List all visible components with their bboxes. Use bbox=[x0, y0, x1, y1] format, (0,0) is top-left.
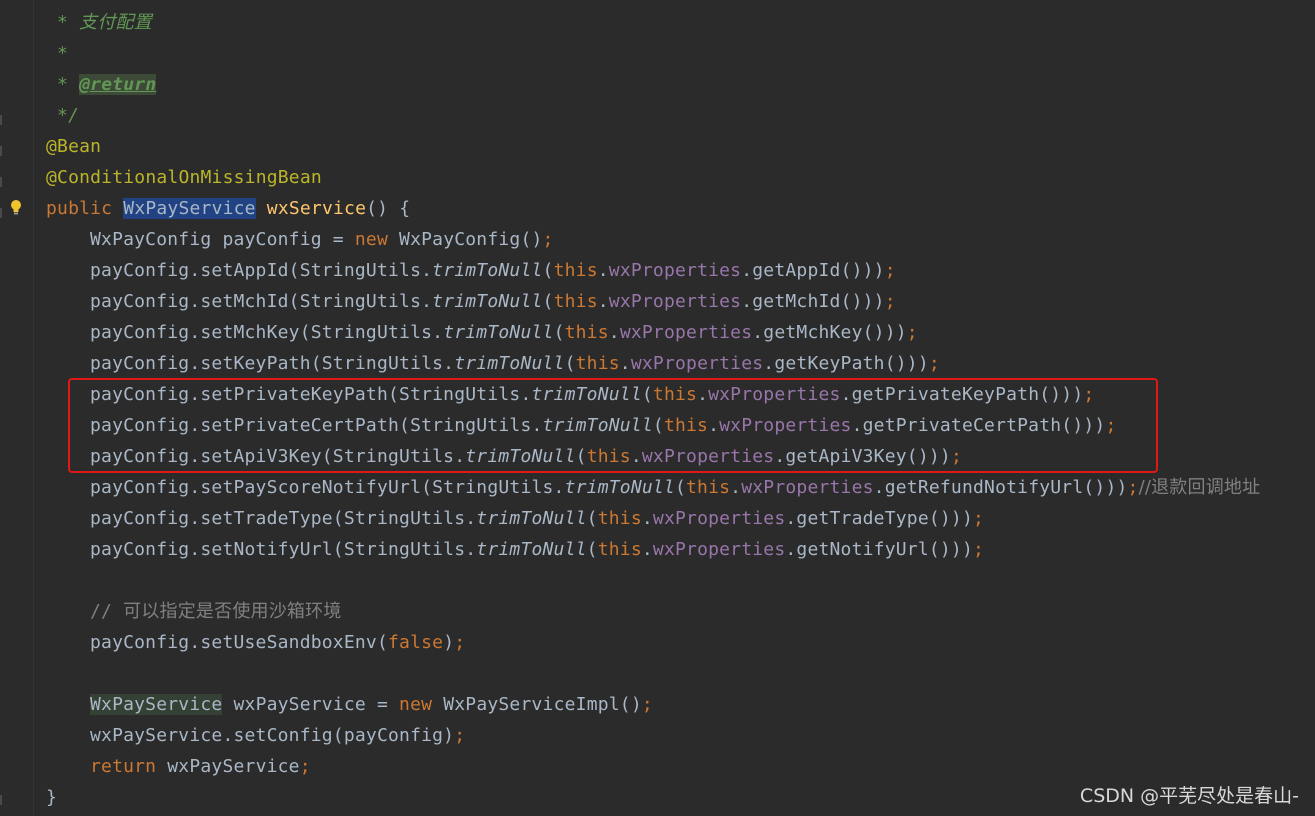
refund-comment: //退款回调地址 bbox=[1138, 477, 1261, 498]
fold-marker[interactable] bbox=[0, 208, 2, 218]
method-name: wxService bbox=[266, 198, 367, 219]
fold-marker[interactable] bbox=[0, 795, 2, 805]
code-line: WxPayService wxPayService = new WxPaySer… bbox=[90, 694, 653, 715]
highlight-box bbox=[68, 378, 1158, 473]
code-line: WxPayConfig payConfig = new WxPayConfig(… bbox=[90, 229, 554, 250]
fold-marker[interactable] bbox=[0, 115, 2, 125]
selected-type: WxPayService bbox=[123, 198, 256, 219]
code-line: return wxPayService; bbox=[90, 756, 311, 777]
code-line: payConfig.setMchId(StringUtils.trimToNul… bbox=[90, 291, 896, 312]
lightbulb-icon[interactable] bbox=[9, 199, 23, 217]
code-line: payConfig.setNotifyUrl(StringUtils.trimT… bbox=[90, 539, 985, 560]
code-line: payConfig.setKeyPath(StringUtils.trimToN… bbox=[90, 353, 940, 374]
code-line: * @return bbox=[57, 74, 157, 95]
code-line: wxPayService.setConfig(payConfig); bbox=[90, 725, 466, 746]
fold-marker[interactable] bbox=[0, 146, 2, 156]
code-line: payConfig.setMchKey(StringUtils.trimToNu… bbox=[90, 322, 918, 343]
doc-tag-return: @return bbox=[79, 74, 157, 95]
code-line: payConfig.setAppId(StringUtils.trimToNul… bbox=[90, 260, 896, 281]
code-line: payConfig.setPayScoreNotifyUrl(StringUti… bbox=[90, 477, 1261, 498]
sandbox-comment: // 可以指定是否使用沙箱环境 bbox=[90, 601, 342, 622]
gutter-divider bbox=[33, 0, 34, 816]
code-editor[interactable]: * 支付配置 * * @return */ @Bean @Conditional… bbox=[0, 0, 1315, 816]
fold-marker[interactable] bbox=[0, 177, 2, 187]
highlighted-type: WxPayService bbox=[90, 694, 223, 715]
code-line: * bbox=[57, 43, 69, 64]
code-line: * 支付配置 bbox=[57, 12, 152, 33]
code-line: payConfig.setUseSandboxEnv(false); bbox=[90, 632, 466, 653]
editor-gutter[interactable] bbox=[0, 0, 34, 816]
code-line: */ bbox=[57, 105, 80, 126]
annotation-conditional: @ConditionalOnMissingBean bbox=[46, 167, 322, 188]
watermark: CSDN @平芜尽处是春山- bbox=[1079, 785, 1299, 807]
method-signature: public WxPayService wxService() { bbox=[46, 198, 411, 219]
annotation-bean: @Bean bbox=[46, 136, 102, 157]
code-line: payConfig.setTradeType(StringUtils.trimT… bbox=[90, 508, 985, 529]
